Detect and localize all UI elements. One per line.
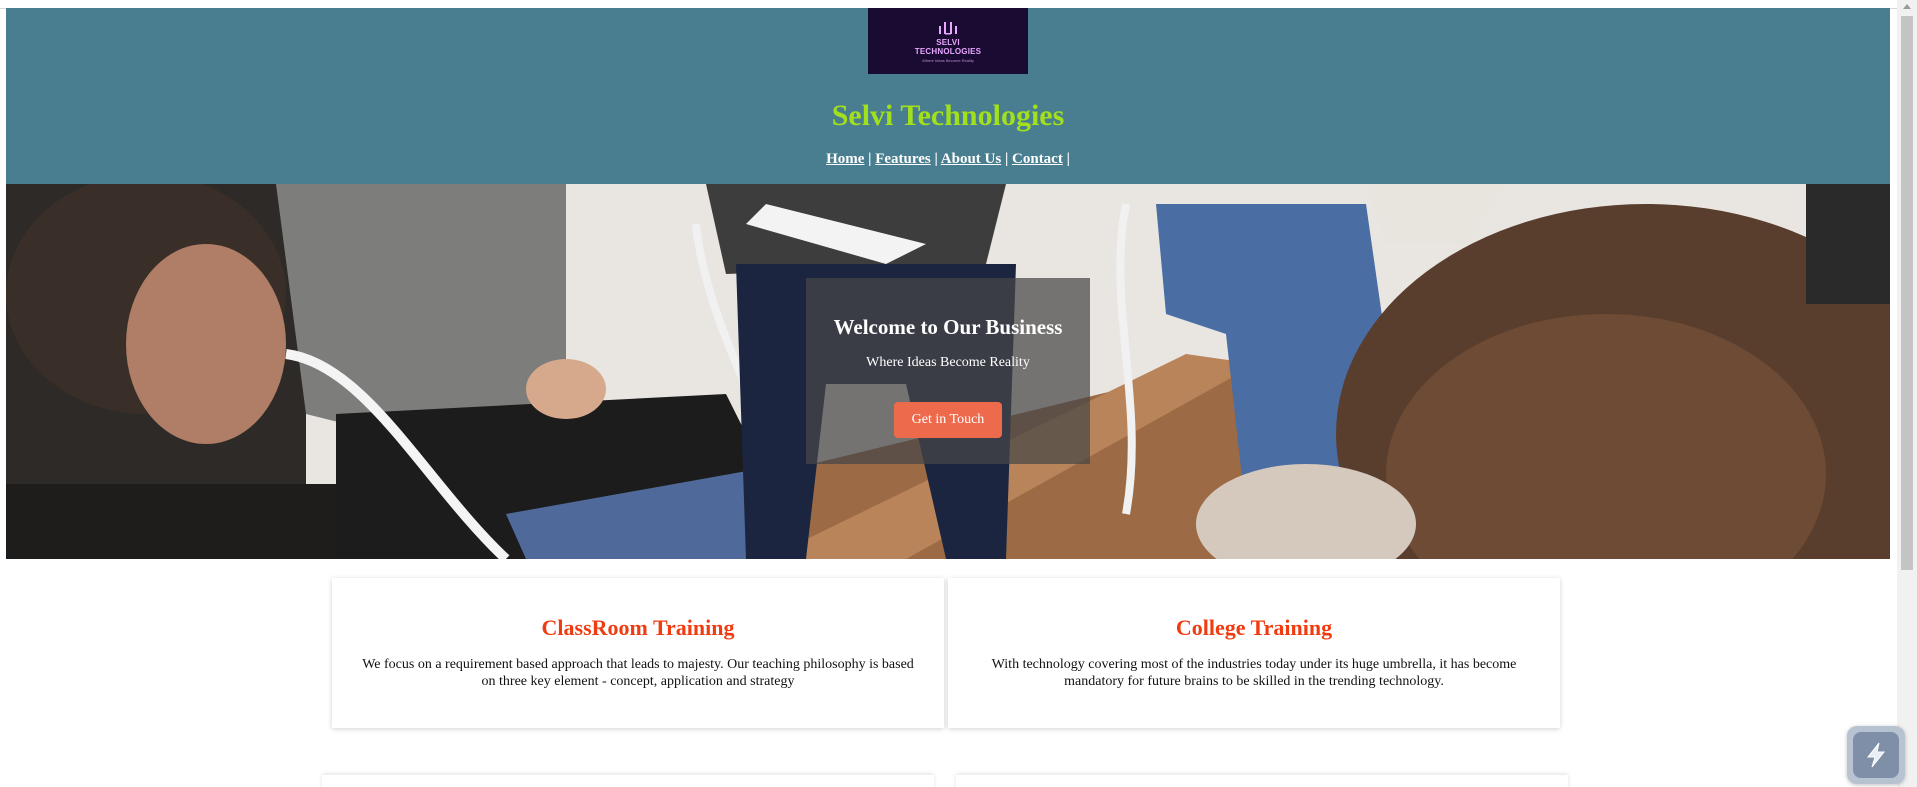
site-header: SELVI TECHNOLOGIES Where Ideas Become Re…	[6, 8, 1890, 184]
logo-name-line2: TECHNOLOGIES	[914, 46, 982, 56]
hero-subtitle: Where Ideas Become Reality	[866, 355, 1030, 370]
scrollbar-thumb[interactable]	[1901, 16, 1913, 570]
nav-link-home[interactable]: Home	[826, 151, 864, 167]
logo-mark-icon	[939, 21, 957, 34]
scroll-up-arrow-icon[interactable]	[1903, 4, 1911, 9]
get-in-touch-button[interactable]: Get in Touch	[893, 402, 1003, 438]
nav-separator: |	[1062, 151, 1070, 167]
hero-overlay-box: Welcome to Our Business Where Ideas Beco…	[806, 278, 1090, 464]
browser-viewport: SELVI TECHNOLOGIES Where Ideas Become Re…	[0, 0, 1917, 787]
nav-separator: |	[864, 151, 876, 167]
nav-link-about-us[interactable]: About Us	[941, 151, 1001, 167]
feature-card-college: College Training With technology coverin…	[948, 578, 1560, 728]
nav-link-features[interactable]: Features	[875, 151, 931, 167]
nav-separator: |	[1001, 151, 1013, 167]
floating-assistant-button[interactable]	[1847, 726, 1905, 784]
main-nav: Home | Features | About Us | Contact |	[6, 150, 1890, 168]
card-title: ClassRoom Training	[541, 615, 735, 640]
feature-card-classroom: ClassRoom Training We focus on a require…	[332, 578, 944, 728]
nav-link-contact[interactable]: Contact	[1012, 151, 1063, 167]
page-scrollbar[interactable]	[1897, 0, 1917, 787]
next-card-edge-left	[322, 775, 934, 787]
card-text: We focus on a requirement based approach…	[362, 657, 914, 689]
hero-section: Welcome to Our Business Where Ideas Beco…	[6, 184, 1890, 559]
next-card-edge-right	[956, 775, 1568, 787]
widget-inner	[1853, 732, 1899, 778]
logo-tagline: Where Ideas Become Reality	[922, 57, 974, 63]
logo-name-line1: SELVI	[936, 37, 960, 47]
lightning-bolt-icon	[1866, 742, 1886, 768]
hero-title: Welcome to Our Business	[833, 315, 1063, 339]
company-logo[interactable]: SELVI TECHNOLOGIES Where Ideas Become Re…	[868, 8, 1028, 74]
card-text: With technology covering most of the ind…	[991, 657, 1517, 689]
site-title: Selvi Technologies	[831, 99, 1065, 132]
card-title: College Training	[1175, 615, 1333, 640]
nav-separator: |	[930, 151, 941, 167]
